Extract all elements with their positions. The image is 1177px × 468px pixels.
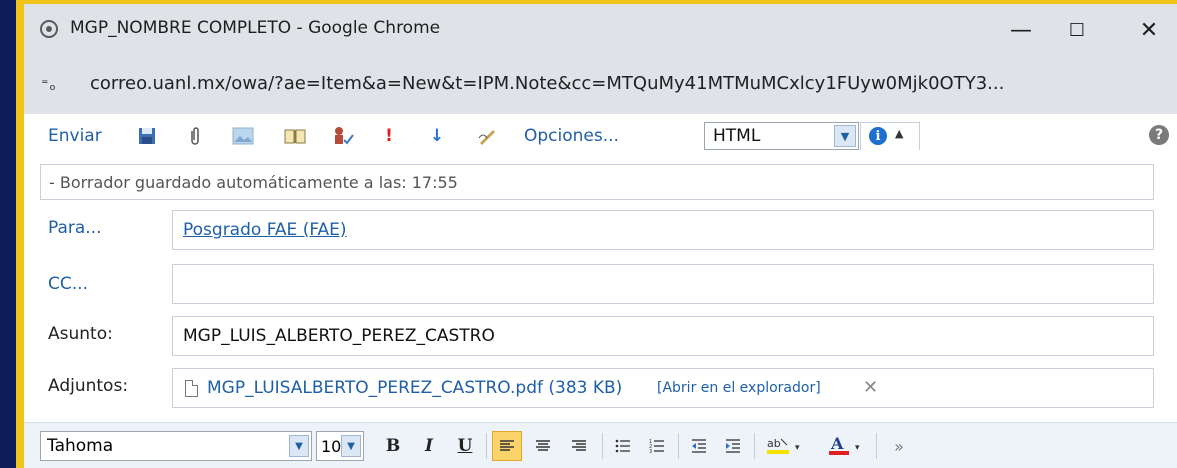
high-importance-icon[interactable]: ! xyxy=(380,124,398,148)
to-label[interactable]: Para... xyxy=(48,218,102,238)
cc-field[interactable] xyxy=(172,264,1154,304)
font-size-value: 10 xyxy=(321,437,342,456)
subject-label: Asunto: xyxy=(48,324,113,344)
options-button[interactable]: Opciones... xyxy=(524,124,619,148)
font-select[interactable]: Tahoma ▼ xyxy=(40,431,312,461)
attachment-link[interactable]: MGP_LUISALBERTO_PEREZ_CASTRO.pdf (383 KB… xyxy=(207,378,622,398)
help-icon[interactable]: ? xyxy=(1149,125,1169,145)
bold-button[interactable]: B xyxy=(378,431,408,461)
open-in-browser-link[interactable]: [Abrir en el explorador] xyxy=(657,380,821,396)
svg-text:▾: ▾ xyxy=(795,443,800,453)
font-color-icon[interactable]: A ▾ xyxy=(824,431,870,461)
italic-button[interactable]: I xyxy=(414,431,444,461)
paperclip-icon[interactable] xyxy=(184,124,206,148)
window-title: MGP_NOMBRE COMPLETO - Google Chrome xyxy=(70,18,441,38)
attachment-size: (383 KB) xyxy=(548,378,623,398)
info-menu[interactable]: i ▲ xyxy=(860,122,920,150)
document-icon xyxy=(185,380,198,397)
more-options-button[interactable]: » xyxy=(884,431,914,461)
separator xyxy=(754,433,755,459)
subject-value: MGP_LUIS_ALBERTO_PEREZ_CASTRO xyxy=(183,326,495,346)
cc-label[interactable]: CC... xyxy=(48,274,88,294)
numbered-list-icon[interactable]: 123 xyxy=(642,431,672,461)
low-importance-icon[interactable]: ↓ xyxy=(428,124,446,148)
font-value: Tahoma xyxy=(47,436,114,456)
increase-indent-icon[interactable] xyxy=(718,431,748,461)
chevron-down-icon[interactable]: ▼ xyxy=(341,435,361,457)
format-value: HTML xyxy=(713,126,761,146)
recipient-chip[interactable]: Posgrado FAE (FAE) xyxy=(183,220,347,240)
subject-field[interactable]: MGP_LUIS_ALBERTO_PEREZ_CASTRO xyxy=(172,316,1154,356)
address-bar: ⁼ₒ correo.uanl.mx/owa/?ae=Item&a=New&t=I… xyxy=(24,56,1177,114)
draft-status-text: - Borrador guardado automáticamente a la… xyxy=(49,173,458,192)
compose-toolbar: Enviar ! ↓ Opciones... HTML ▼ i ▲ ? xyxy=(24,114,1177,158)
underline-button[interactable]: U xyxy=(450,431,480,461)
chrome-icon xyxy=(40,20,58,38)
insert-image-icon[interactable] xyxy=(230,124,256,148)
bulleted-list-icon[interactable] xyxy=(608,431,638,461)
site-info-icon[interactable]: ⁼ₒ xyxy=(40,75,57,94)
save-icon[interactable] xyxy=(136,124,158,148)
attachments-field: MGP_LUISALBERTO_PEREZ_CASTRO.pdf (383 KB… xyxy=(172,368,1154,408)
svg-text:3: 3 xyxy=(649,449,652,453)
separator xyxy=(602,433,603,459)
decrease-indent-icon[interactable] xyxy=(684,431,714,461)
highlight-color-icon[interactable]: ab ▾ xyxy=(762,431,812,461)
align-right-icon[interactable] xyxy=(564,431,594,461)
check-names-icon[interactable] xyxy=(330,124,356,148)
format-select[interactable]: HTML ▼ xyxy=(704,122,859,150)
remove-attachment-icon[interactable]: ✕ xyxy=(863,377,878,398)
info-icon: i xyxy=(869,127,887,145)
signature-icon[interactable] xyxy=(474,124,500,148)
svg-text:ab: ab xyxy=(767,437,781,450)
separator xyxy=(876,433,877,459)
minimize-button[interactable]: — xyxy=(1001,12,1041,48)
separator xyxy=(486,433,487,459)
font-size-select[interactable]: 10 ▼ xyxy=(316,431,364,461)
draft-status: - Borrador guardado automáticamente a la… xyxy=(40,164,1154,200)
svg-text:A: A xyxy=(830,435,844,453)
attachments-label: Adjuntos: xyxy=(48,376,129,396)
caret-up-icon: ▲ xyxy=(895,127,904,140)
separator xyxy=(678,433,679,459)
chevron-down-icon[interactable]: ▼ xyxy=(289,435,309,457)
svg-text:▾: ▾ xyxy=(855,443,860,453)
address-book-icon[interactable] xyxy=(282,124,308,148)
chrome-window: MGP_NOMBRE COMPLETO - Google Chrome — ☐ … xyxy=(24,4,1177,468)
title-bar: MGP_NOMBRE COMPLETO - Google Chrome — ☐ … xyxy=(24,4,1177,56)
chevron-down-icon[interactable]: ▼ xyxy=(834,125,856,147)
align-center-icon[interactable] xyxy=(528,431,558,461)
maximize-button[interactable]: ☐ xyxy=(1057,12,1097,48)
formatting-toolbar: Tahoma ▼ 10 ▼ B I U 123 ab ▾ A ▾ » xyxy=(24,422,1177,468)
close-button[interactable]: ✕ xyxy=(1129,12,1169,48)
url-text[interactable]: correo.uanl.mx/owa/?ae=Item&a=New&t=IPM.… xyxy=(90,73,1004,94)
align-left-icon[interactable] xyxy=(492,431,522,461)
send-button[interactable]: Enviar xyxy=(48,124,102,148)
to-field[interactable]: Posgrado FAE (FAE) xyxy=(172,210,1154,250)
